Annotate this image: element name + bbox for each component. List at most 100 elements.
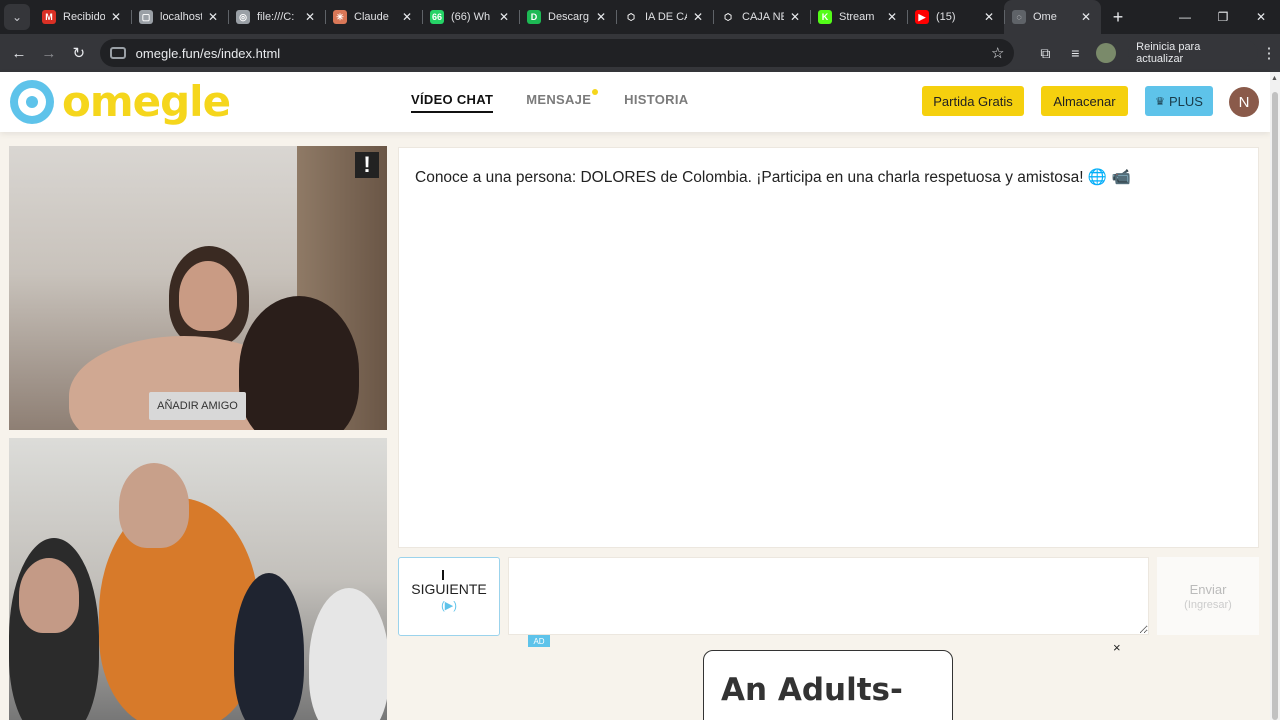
tab-label: Recibido [63, 11, 105, 23]
tab-close-icon[interactable]: ✕ [400, 10, 414, 24]
tab-label: IA DE CA [645, 11, 687, 23]
page-scrollbar[interactable]: ▲ [1270, 72, 1280, 720]
site-header: omegle VÍDEO CHAT MENSAJE HISTORIA Parti… [0, 72, 1270, 132]
report-button[interactable]: ! [355, 152, 379, 178]
forward-icon[interactable]: → [34, 45, 64, 62]
nav-history[interactable]: HISTORIA [624, 92, 688, 113]
browser-tab[interactable]: ◌ Ome ✕ [1004, 0, 1101, 34]
tab-label: CAJA NE [742, 11, 784, 23]
logo-bubble-icon [8, 78, 58, 126]
video-person [309, 588, 387, 720]
video-person [234, 573, 304, 720]
update-button[interactable]: Reinicia para actualizar [1128, 40, 1259, 66]
browser-tab[interactable]: ✳ Claude ✕ [325, 0, 422, 34]
send-button[interactable]: Enviar (Ingresar) [1157, 557, 1259, 635]
browser-tab[interactable]: K Stream ✕ [810, 0, 907, 34]
mouse-cursor-icon [442, 570, 448, 580]
url-text: omegle.fun/es/index.html [135, 45, 281, 61]
tab-close-icon[interactable]: ✕ [1079, 10, 1093, 24]
back-icon[interactable]: ← [4, 45, 34, 62]
video-person [19, 558, 79, 633]
site-info-icon[interactable] [109, 47, 126, 59]
next-button-label: SIGUIENTE [411, 581, 487, 597]
new-tab-button[interactable]: + [1105, 7, 1131, 28]
tab-close-icon[interactable]: ✕ [691, 10, 705, 24]
video-person [179, 261, 237, 331]
scroll-up-icon[interactable]: ▲ [1271, 75, 1278, 82]
ad-badge: AD [528, 635, 550, 647]
media-control-icon[interactable]: ≡ [1060, 45, 1090, 61]
browser-tab[interactable]: ▶ (15) ✕ [907, 0, 1004, 34]
notification-dot [592, 89, 599, 95]
message-input[interactable] [508, 557, 1149, 635]
tab-search-icon[interactable]: ⌄ [4, 4, 30, 30]
openai-icon: ⬡ [721, 10, 735, 24]
omegle-icon: ◌ [1012, 10, 1026, 24]
video-person [119, 463, 189, 548]
system-message: Conoce a una persona: DOLORES de Colombi… [415, 169, 1131, 186]
ad-title: An Adults- [721, 672, 903, 708]
stranger-video: ! AÑADIR AMIGO [9, 146, 387, 430]
tab-close-icon[interactable]: ✕ [788, 10, 802, 24]
globe-icon: ◎ [236, 10, 250, 24]
plus-button[interactable]: ♛ PLUS [1145, 86, 1213, 116]
main-nav: VÍDEO CHAT MENSAJE HISTORIA [411, 89, 688, 113]
reload-icon[interactable]: ↻ [64, 44, 94, 62]
minimize-icon[interactable]: — [1166, 10, 1204, 24]
ad-banner[interactable]: An Adults- [703, 650, 953, 720]
browser-tab[interactable]: ▢ localhost ✕ [131, 0, 228, 34]
store-button[interactable]: Almacenar [1041, 86, 1128, 116]
youtube-icon: ▶ [915, 10, 929, 24]
tab-close-icon[interactable]: ✕ [497, 10, 511, 24]
nav-message[interactable]: MENSAJE [526, 89, 599, 113]
page-icon: ▢ [139, 10, 153, 24]
browser-tab[interactable]: D Descarg ✕ [519, 0, 616, 34]
browser-tab[interactable]: ⬡ IA DE CA ✕ [616, 0, 713, 34]
scrollbar-thumb[interactable] [1272, 92, 1278, 720]
tab-label: (15) [936, 11, 956, 23]
add-friend-button[interactable]: AÑADIR AMIGO [149, 392, 246, 420]
free-game-button[interactable]: Partida Gratis [922, 86, 1024, 116]
tab-label: Stream [839, 11, 875, 23]
profile-icon[interactable] [1096, 43, 1117, 63]
tab-close-icon[interactable]: ✕ [206, 10, 220, 24]
d-icon: D [527, 10, 541, 24]
window-controls: — ❐ ✕ [1166, 10, 1280, 24]
send-button-label: Enviar [1189, 581, 1227, 597]
kick-icon: K [818, 10, 832, 24]
tab-label: file:///C: [257, 11, 295, 23]
logo-text: omegle [62, 77, 231, 126]
next-shortcut-hint: (▶) [441, 600, 457, 612]
tab-close-icon[interactable]: ✕ [594, 10, 608, 24]
tab-close-icon[interactable]: ✕ [982, 10, 996, 24]
address-bar[interactable]: omegle.fun/es/index.html ☆ [99, 39, 1015, 67]
user-avatar[interactable]: N [1229, 87, 1259, 117]
browser-tab-bar: ⌄ M Recibido ✕ ▢ localhost ✕ ◎ file:///C: ✕ ✳ Clau… [0, 0, 1280, 34]
chat-log[interactable]: Conoce a una persona: DOLORES de Colombi… [398, 147, 1259, 548]
nav-message-label: MENSAJE [526, 92, 592, 107]
ad-close-icon[interactable]: × [1113, 640, 1121, 655]
browser-menu-icon[interactable]: ⋮ [1258, 44, 1280, 62]
browser-toolbar: ← → ↻ omegle.fun/es/index.html ☆ ⧉ ≡ Rei… [0, 34, 1280, 72]
tab-label: Claude [354, 11, 389, 23]
nav-video-chat[interactable]: VÍDEO CHAT [411, 92, 494, 113]
openai-icon: ⬡ [624, 10, 638, 24]
omegle-logo[interactable]: omegle [8, 77, 231, 126]
tab-close-icon[interactable]: ✕ [109, 10, 123, 24]
browser-tab[interactable]: ⬡ CAJA NE ✕ [713, 0, 810, 34]
tab-label: localhost [160, 11, 202, 23]
next-button[interactable]: SIGUIENTE (▶) [398, 557, 500, 636]
tab-label: Ome [1033, 11, 1057, 23]
extensions-icon[interactable]: ⧉ [1030, 45, 1060, 62]
close-window-icon[interactable]: ✕ [1242, 10, 1280, 24]
browser-tab[interactable]: 66 (66) Wh ✕ [422, 0, 519, 34]
browser-tab[interactable]: M Recibido ✕ [34, 0, 131, 34]
restore-icon[interactable]: ❐ [1204, 10, 1242, 24]
tab-close-icon[interactable]: ✕ [303, 10, 317, 24]
tab-close-icon[interactable]: ✕ [885, 10, 899, 24]
whatsapp-icon: 66 [430, 10, 444, 24]
browser-tab[interactable]: ◎ file:///C: ✕ [228, 0, 325, 34]
tab-label: Descarg [548, 11, 589, 23]
tab-label: (66) Wh [451, 11, 491, 23]
bookmark-star-icon[interactable]: ☆ [991, 44, 1004, 62]
